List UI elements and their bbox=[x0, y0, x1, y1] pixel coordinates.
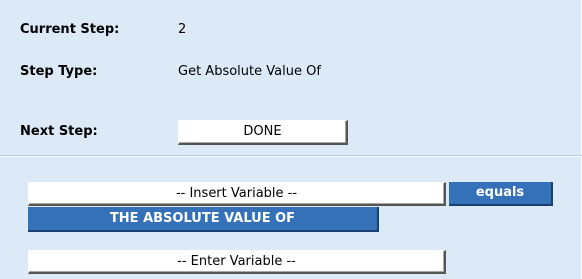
current-step-label: Current Step: bbox=[20, 22, 120, 37]
current-step-value: 2 bbox=[178, 22, 187, 37]
next-step-label: Next Step: bbox=[20, 124, 98, 139]
step-type-value: Get Absolute Value Of bbox=[178, 64, 321, 79]
step-type-label: Step Type: bbox=[20, 64, 98, 79]
insert-variable-button[interactable]: -- Insert Variable -- bbox=[28, 182, 446, 206]
step-editor-panel: Current Step: 2 Step Type: Get Absolute … bbox=[0, 0, 582, 279]
enter-variable-button[interactable]: -- Enter Variable -- bbox=[28, 250, 446, 274]
equals-operator-button[interactable]: equals bbox=[449, 182, 553, 206]
next-step-button[interactable]: DONE bbox=[178, 120, 348, 145]
absolute-value-function-button[interactable]: THE ABSOLUTE VALUE OF bbox=[28, 207, 379, 232]
